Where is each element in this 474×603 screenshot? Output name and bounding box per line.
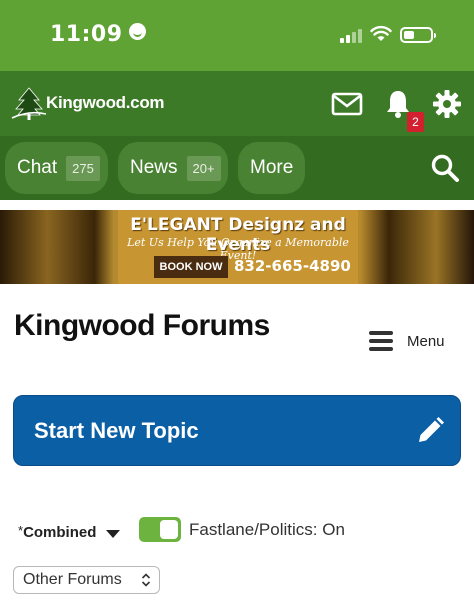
pencil-icon: [419, 417, 444, 442]
notification-badge: 2: [407, 112, 424, 132]
combined-label: Combined: [23, 524, 97, 541]
nav-item-label: More: [250, 157, 294, 178]
fastlane-toggle-label: Fastlane/Politics: On: [189, 520, 345, 539]
nav-item-more[interactable]: More: [238, 142, 305, 194]
time-text: 11:09: [50, 22, 123, 47]
nav-item-label: News: [130, 157, 178, 178]
status-time: 11:09: [50, 22, 146, 47]
fastlane-toggle[interactable]: [139, 517, 181, 542]
wifi-icon: [370, 25, 392, 41]
combined-dropdown[interactable]: *Combined: [18, 523, 96, 541]
tree-logo-icon: [11, 87, 47, 120]
toggle-knob: [160, 520, 178, 539]
select-arrows-icon: [141, 573, 151, 587]
mail-icon[interactable]: [331, 88, 363, 120]
forum-select-value: Other Forums: [23, 571, 122, 588]
banner-content: E'LEGANT Designz and Events Let Us Help …: [118, 210, 358, 284]
caret-down-icon[interactable]: [106, 530, 120, 538]
nav-item-count: 275: [66, 155, 100, 181]
banner-book-button[interactable]: BOOK NOW: [154, 256, 228, 278]
battery-icon: [400, 27, 436, 43]
nav-item-label: Chat: [17, 157, 58, 178]
gear-icon[interactable]: [431, 88, 463, 120]
status-bar: 11:09: [0, 0, 474, 71]
page-title: Kingwood Forums: [14, 309, 270, 342]
nav-item-chat[interactable]: Chat 275: [5, 142, 108, 194]
site-header: Kingwood.com: [0, 71, 474, 136]
forum-select[interactable]: Other Forums: [13, 566, 160, 594]
signal-icon: [340, 28, 364, 43]
menu-label[interactable]: Menu: [407, 333, 445, 350]
nav-bar: Chat 275 News 20+ More: [0, 136, 474, 200]
logo-text: Kingwood.com: [46, 93, 165, 112]
site-logo[interactable]: Kingwood.com: [10, 84, 165, 122]
nav-item-count: 20+: [186, 155, 221, 181]
start-new-topic-label: Start New Topic: [34, 417, 199, 443]
nav-item-news[interactable]: News 20+: [118, 142, 228, 194]
banner-phone: 832-665-4890: [234, 257, 351, 275]
hamburger-menu-icon[interactable]: [369, 331, 393, 351]
banner-ad[interactable]: E'LEGANT Designz and Events Let Us Help …: [0, 210, 474, 284]
start-new-topic-button[interactable]: Start New Topic: [13, 395, 461, 466]
search-icon[interactable]: [430, 153, 460, 183]
emoji-icon: [128, 23, 146, 40]
